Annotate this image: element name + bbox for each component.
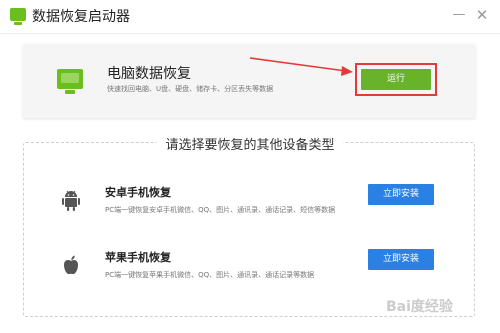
section-title-text: 请选择要恢复的其他设备类型: [157, 138, 343, 153]
android-recovery-title: 安卓手机恢复: [105, 186, 171, 199]
other-devices-section: 请选择要恢复的其他设备类型 安卓手机恢复 PC端一键恢复安卓手机微信、QQ、图片…: [23, 138, 476, 317]
title-bar: 数据恢复启动器 — ✕: [0, 0, 500, 34]
watermark: Bai度经验: [386, 299, 453, 315]
apple-install-button[interactable]: 立即安装: [368, 249, 434, 270]
run-button-highlight: 运行: [355, 63, 437, 96]
close-button[interactable]: ✕: [472, 5, 492, 25]
minimize-button[interactable]: —: [449, 5, 469, 25]
pc-recovery-description: 快速找回电脑、U盘、硬盘、储存卡、分区丢失等数据: [107, 85, 274, 93]
monitor-icon: [57, 69, 83, 94]
pc-recovery-title: 电脑数据恢复: [107, 66, 191, 82]
run-button[interactable]: 运行: [361, 69, 431, 90]
pc-recovery-card: 电脑数据恢复 快速找回电脑、U盘、硬盘、储存卡、分区丢失等数据 运行: [23, 44, 475, 118]
android-install-button[interactable]: 立即安装: [368, 184, 434, 205]
app-logo-icon: [10, 8, 26, 25]
apple-recovery-description: PC端一键恢复苹果手机微信、QQ、图片、通讯录、通话记录等数据: [105, 271, 315, 279]
section-title: 请选择要恢复的其他设备类型: [24, 134, 476, 153]
window-title: 数据恢复启动器: [32, 9, 130, 25]
android-recovery-description: PC端一键恢复安卓手机微信、QQ、图片、通讯录、通话记录、短信等数据: [105, 206, 336, 214]
apple-recovery-row: 苹果手机恢复 PC端一键恢复苹果手机微信、QQ、图片、通讯录、通话记录等数据 立…: [24, 235, 476, 295]
apple-icon: [64, 255, 78, 275]
apple-recovery-title: 苹果手机恢复: [105, 251, 171, 264]
android-icon: [62, 190, 80, 211]
android-recovery-row: 安卓手机恢复 PC端一键恢复安卓手机微信、QQ、图片、通讯录、通话记录、短信等数…: [24, 170, 476, 230]
